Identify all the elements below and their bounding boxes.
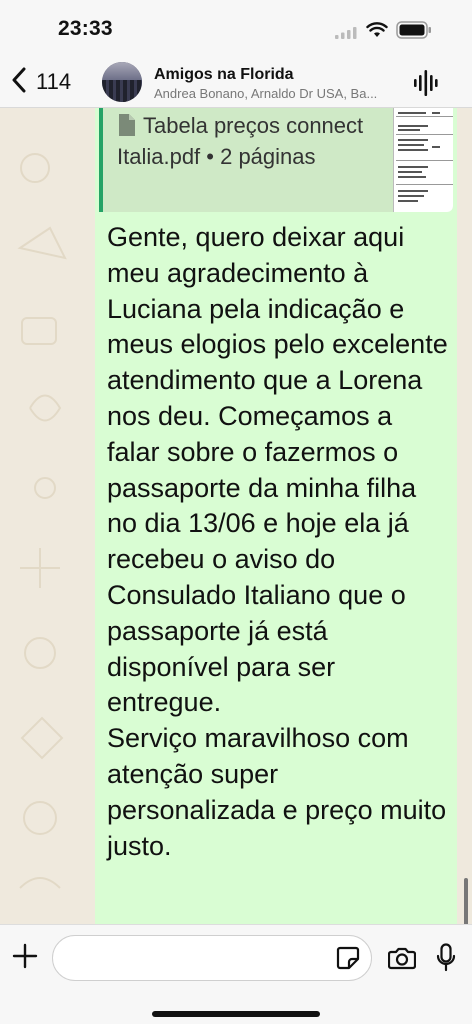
chat-participants[interactable]: Andrea Bonano, Arnaldo Dr USA, Ba... — [154, 86, 404, 101]
chat-area[interactable]: Tabela preços connect Italia.pdf • 2 pág… — [0, 108, 472, 924]
message-composer — [0, 924, 472, 1024]
message-input[interactable] — [52, 935, 372, 981]
cellular-signal-icon — [335, 26, 357, 44]
camera-icon — [387, 947, 417, 974]
voice-chat-button[interactable] — [414, 70, 438, 101]
home-indicator — [152, 1011, 320, 1017]
scrollbar[interactable] — [464, 878, 468, 924]
chat-title[interactable]: Amigos na Florida — [154, 66, 294, 84]
camera-button[interactable] — [387, 946, 417, 975]
chat-header: 114 Amigos na Florida Andrea Bonano, Arn… — [0, 58, 472, 108]
status-time: 23:33 — [58, 17, 113, 40]
wifi-icon — [366, 22, 388, 43]
wallpaper-doodles — [17, 153, 67, 889]
pdf-thumbnail[interactable] — [393, 108, 453, 212]
unread-count: 114 — [36, 69, 72, 94]
chevron-left-icon — [12, 67, 26, 98]
status-bar: 23:33 — [0, 0, 472, 58]
message-text: Gente, quero deixar aqui meu agradecimen… — [107, 222, 448, 861]
back-button[interactable]: 114 — [12, 62, 71, 102]
sticker-icon[interactable] — [335, 945, 361, 976]
audio-waveform-icon — [414, 70, 438, 100]
microphone-icon — [436, 943, 456, 977]
plus-icon — [12, 943, 38, 973]
message-bubble[interactable]: Tabela preços connect Italia.pdf • 2 pág… — [95, 108, 457, 924]
battery-icon — [396, 21, 432, 44]
voice-message-button[interactable] — [436, 943, 456, 978]
attachment-name: Tabela preços connect Italia.pdf • 2 pág… — [117, 113, 364, 169]
pdf-attachment[interactable]: Tabela preços connect Italia.pdf • 2 pág… — [99, 108, 453, 212]
group-avatar[interactable] — [102, 62, 142, 102]
attach-button[interactable] — [12, 943, 38, 974]
